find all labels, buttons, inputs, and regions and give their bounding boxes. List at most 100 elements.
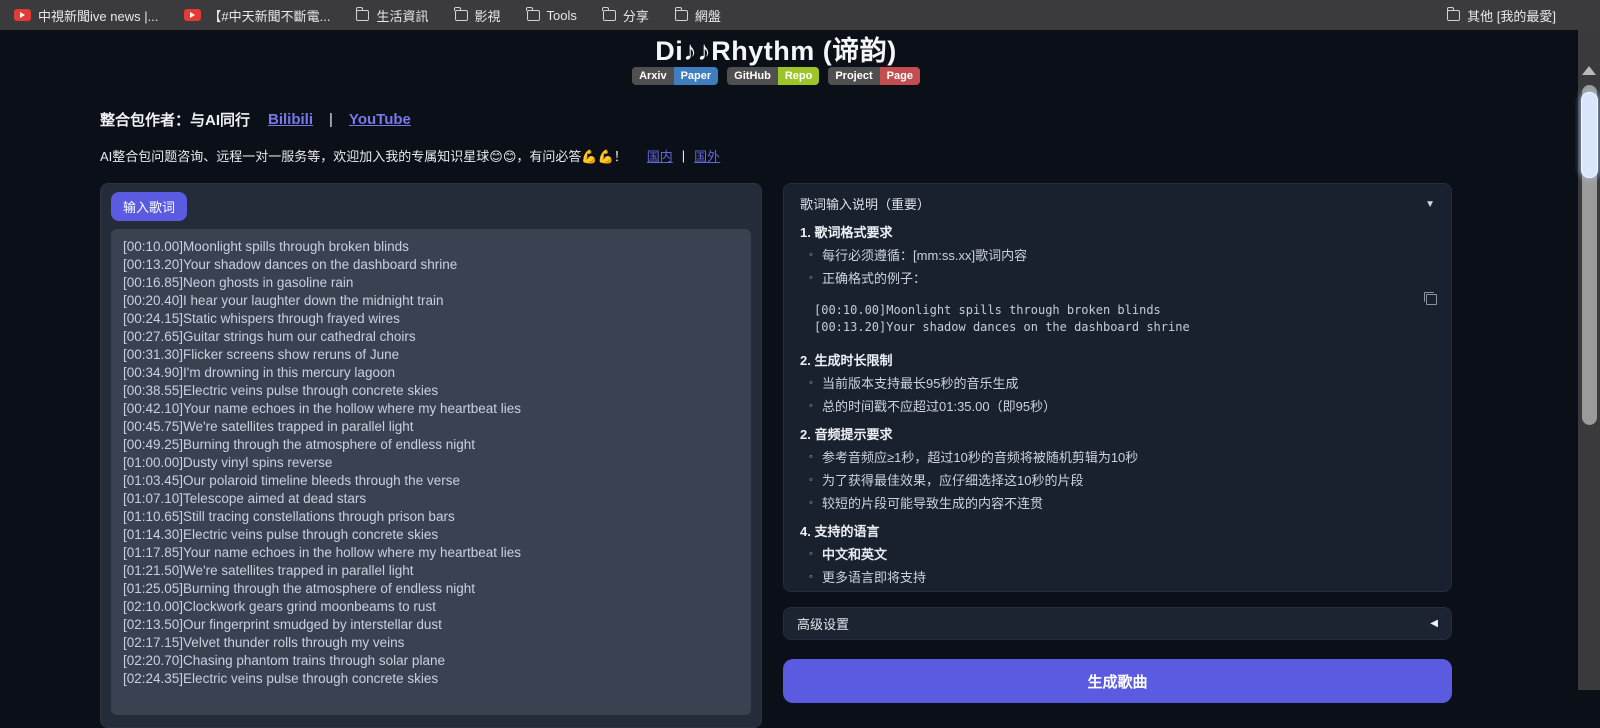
lyrics-input-label[interactable]: 输入歌词	[111, 192, 188, 221]
instruction-heading: 2. 生成时长限制	[800, 353, 893, 368]
bullet-marker: ◦	[809, 548, 813, 560]
promo-row: AI整合包问题咨询、远程一对一服务等，欢迎加入我的专属知识星球😊😊，有问必答💪💪…	[100, 146, 720, 165]
bullet-marker: ◦	[809, 474, 813, 486]
lyrics-input[interactable]: [00:10.00]Moonlight spills through broke…	[111, 229, 751, 715]
instruction-bullet: ◦ 较短的片段可能导致生成的内容不连贯	[800, 494, 1435, 513]
bookmark-item[interactable]: 中視新聞ive news |...	[14, 6, 158, 25]
lyric-line: [01:03.45]Our polaroid timeline bleeds t…	[123, 473, 460, 488]
lyrics-panel: 输入歌词 [00:10.00]Moonlight spills through …	[100, 183, 762, 728]
lyric-line: [00:42.10]Your name echoes in the hollow…	[123, 401, 521, 416]
bullet-text: 较短的片段可能导致生成的内容不连贯	[822, 496, 1044, 511]
bullet-text: 每行必须遵循：[mm:ss.xx]歌词内容	[822, 248, 1028, 263]
link-separator: |	[329, 111, 333, 128]
bullet-marker: ◦	[809, 272, 813, 284]
bookmark-label: 影視	[474, 8, 501, 24]
bullet-marker: ◦	[809, 249, 813, 261]
bookmark-item[interactable]: Tools	[526, 7, 577, 23]
badge-label: Project	[828, 67, 880, 85]
scrollbar-track[interactable]	[1578, 30, 1600, 690]
link-separator: |	[681, 148, 686, 163]
lyric-line: [00:31.30]Flicker screens show reruns of…	[123, 347, 400, 362]
arxiv-paper-badge[interactable]: Arxiv Paper	[632, 67, 719, 85]
bullet-marker: ◦	[809, 400, 813, 412]
instruction-bullet: ◦ 总的时间戳不应超过01:35.00（即95秒）	[800, 397, 1435, 416]
bullet-text: 参考音频应≥1秒，超过10秒的音频将被随机剪辑为10秒	[822, 450, 1139, 465]
instruction-heading: 4. 支持的语言	[800, 524, 880, 539]
bookmark-item[interactable]: 生活資訊	[356, 6, 429, 25]
instruction-bullet: ◦ 更多语言即将支持	[800, 568, 1435, 587]
overseas-link[interactable]: 国外	[694, 146, 720, 165]
domestic-link[interactable]: 国内	[647, 146, 673, 165]
badge-value: Repo	[777, 67, 820, 85]
instruction-bullet: ◦ 中文和英文	[800, 545, 1435, 564]
folder-icon	[1446, 7, 1461, 21]
badge-label: Arxiv	[632, 67, 674, 85]
github-repo-badge[interactable]: GitHub Repo	[727, 67, 820, 85]
instruction-bullet: ◦ 为了获得最佳效果，应仔细选择这10秒的片段	[800, 471, 1435, 490]
bullet-marker: ◦	[809, 451, 813, 463]
bookmarks-bar: 中視新聞ive news |... 【#中天新聞不斷電... 生活資訊 影視 Tools…	[0, 0, 1600, 30]
bookmark-label: 中視新聞ive news |...	[38, 8, 159, 24]
author-label: 整合包作者：与AI同行	[100, 112, 251, 129]
folder-icon	[356, 7, 370, 21]
instruction-bullet: ◦ 每行必须遵循：[mm:ss.xx]歌词内容	[800, 246, 1435, 265]
bookmark-label: Tools	[546, 7, 577, 23]
bookmark-label: 其他 [我的最愛]	[1467, 8, 1556, 24]
bookmark-label: 分享	[622, 8, 649, 24]
project-page-badge[interactable]: Project Page	[828, 67, 920, 85]
advanced-settings-toggle[interactable]: 高级设置 ◀	[783, 607, 1452, 640]
advanced-settings-label: 高级设置	[797, 617, 850, 632]
bullet-text: 总的时间戳不应超过01:35.00（即95秒）	[822, 399, 1057, 414]
lyric-line: [02:13.50]Our fingerprint smudged by int…	[123, 617, 442, 632]
instruction-bullet: ◦ 当前版本支持最长95秒的音乐生成	[800, 374, 1435, 393]
instructions-title: 歌词输入说明（重要）	[800, 197, 931, 212]
promo-text: AI整合包问题咨询、远程一对一服务等，欢迎加入我的专属知识星球😊😊，有问必答💪💪…	[100, 149, 627, 164]
bullet-marker: ◦	[809, 497, 813, 509]
bookmark-item[interactable]: 分享	[602, 6, 649, 25]
lyric-line: [01:07.10]Telescope aimed at dead stars	[123, 491, 367, 506]
instruction-bullet: ◦ 正确格式的例子：	[800, 269, 1435, 288]
instruction-heading: 1. 歌词格式要求	[800, 225, 893, 240]
lyric-line: [02:20.70]Chasing phantom trains through…	[123, 653, 445, 668]
scroll-up-icon[interactable]	[1582, 66, 1596, 75]
youtube-icon	[14, 9, 31, 21]
lyric-line: [02:24.35]Electric veins pulse through c…	[123, 671, 439, 686]
lyric-line: [00:27.65]Guitar strings hum our cathedr…	[123, 329, 416, 344]
lyric-line: [01:17.85]Your name echoes in the hollow…	[123, 545, 521, 560]
code-line: [00:10.00]Moonlight spills through broke…	[814, 303, 1161, 317]
inner-scrollbar-thumb[interactable]	[1581, 92, 1598, 178]
folder-icon	[674, 7, 688, 21]
lyric-line: [01:25.05]Burning through the atmosphere…	[123, 581, 475, 596]
bookmark-label: 【#中天新聞不斷電...	[208, 8, 331, 24]
author-row: 整合包作者：与AI同行 Bilibili | YouTube	[100, 109, 411, 130]
instructions-panel: 歌词输入说明（重要） ▼ 1. 歌词格式要求 ◦ 每行必须遵循：[mm:ss.xx]…	[783, 183, 1452, 592]
lyric-line: [00:34.90]I'm drowning in this mercury l…	[123, 365, 395, 380]
lyric-line: [02:10.00]Clockwork gears grind moonbeam…	[123, 599, 436, 614]
bookmark-item[interactable]: 網盤	[674, 6, 721, 25]
badge-value: Paper	[673, 67, 719, 85]
folder-icon	[602, 7, 616, 21]
bookmark-label: 生活資訊	[376, 8, 429, 24]
youtube-link[interactable]: YouTube	[349, 111, 411, 128]
copy-icon[interactable]	[1424, 292, 1437, 305]
lyric-line: [00:24.15]Static whispers through frayed…	[123, 311, 400, 326]
chevron-down-icon[interactable]: ▼	[1425, 195, 1435, 214]
badge-value: Page	[879, 67, 920, 85]
lyric-line: [00:16.85]Neon ghosts in gasoline rain	[123, 275, 354, 290]
bullet-text: 正确格式的例子：	[822, 271, 927, 286]
bullet-marker: ◦	[809, 571, 813, 583]
generate-song-button[interactable]: 生成歌曲	[783, 659, 1452, 703]
lyric-line: [00:13.20]Your shadow dances on the dash…	[123, 257, 458, 272]
lyric-line: [00:38.55]Electric veins pulse through c…	[123, 383, 439, 398]
bilibili-link[interactable]: Bilibili	[268, 111, 313, 128]
chevron-left-icon: ◀	[1430, 618, 1438, 629]
folder-icon	[454, 7, 468, 21]
folder-icon	[526, 7, 540, 21]
lyric-line: [01:00.00]Dusty vinyl spins reverse	[123, 455, 333, 470]
code-line: [00:13.20]Your shadow dances on the dash…	[814, 320, 1190, 334]
bookmark-item[interactable]: 影視	[454, 6, 501, 25]
bookmark-item-other-favorites[interactable]: 其他 [我的最愛]	[1446, 6, 1556, 25]
lyric-line: [00:10.00]Moonlight spills through broke…	[123, 239, 409, 254]
code-example: [00:10.00]Moonlight spills through broke…	[814, 292, 1437, 342]
bookmark-item[interactable]: 【#中天新聞不斷電...	[184, 6, 330, 25]
